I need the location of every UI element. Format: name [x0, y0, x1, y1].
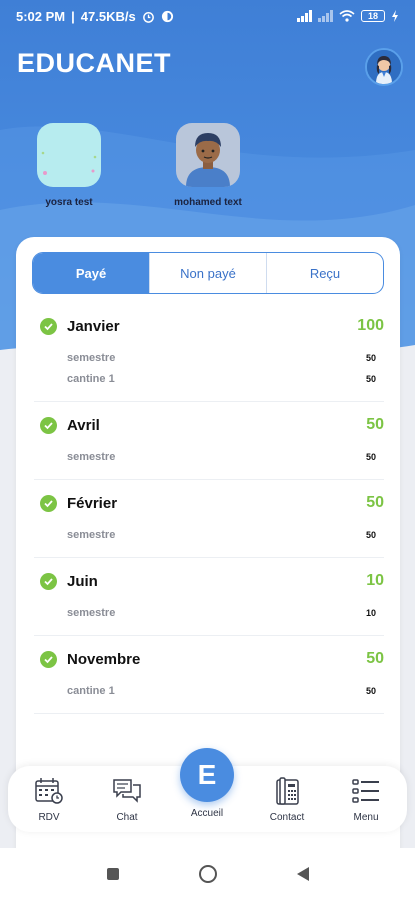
- check-icon: [40, 317, 57, 335]
- alarm-icon: [142, 11, 154, 23]
- month-name: Juin: [67, 572, 98, 590]
- child-name: mohamed text: [174, 197, 242, 208]
- month-name: Avril: [67, 416, 100, 434]
- home-logo-letter: E: [197, 759, 217, 790]
- month-total: 50: [366, 494, 384, 511]
- nav-rdv[interactable]: RDV: [18, 776, 80, 823]
- line-amount: 50: [365, 685, 376, 696]
- app-icon: [161, 10, 173, 22]
- child-card-mohamed[interactable]: mohamed text: [153, 123, 263, 208]
- menu-icon: [352, 779, 379, 803]
- line-label: semestre: [67, 528, 116, 541]
- list-item[interactable]: Février 50 semestre 50: [34, 480, 384, 558]
- chat-icon: [113, 779, 141, 803]
- check-icon: [40, 494, 57, 512]
- app-title: EDUCANET: [17, 48, 172, 78]
- payments-list: Janvier 100 semestre 50 cantine 1 50 Avril…: [34, 303, 384, 714]
- line-amount: 50: [365, 451, 376, 462]
- child-name: yosra test: [45, 197, 93, 208]
- line-amount: 50: [365, 352, 376, 363]
- home-system-icon[interactable]: [198, 865, 217, 883]
- month-name: Février: [67, 494, 118, 512]
- line-amount: 50: [365, 373, 376, 384]
- list-item[interactable]: Juin 10 semestre 10: [34, 558, 384, 636]
- check-icon: [40, 416, 57, 434]
- signal-icon: [297, 10, 312, 22]
- status-time: 5:02 PM: [16, 8, 66, 24]
- line-label: cantine 1: [67, 372, 115, 385]
- month-total: 50: [366, 650, 384, 667]
- line-label: semestre: [67, 450, 116, 463]
- payment-tabs: Payé Non payé Reçu: [32, 252, 384, 294]
- list-item[interactable]: Novembre 50 cantine 1 50: [34, 636, 384, 714]
- system-nav-bar: [0, 848, 415, 900]
- child-image-icon: [37, 123, 101, 187]
- signal-icon: [318, 10, 333, 22]
- nav-contact[interactable]: Contact: [256, 776, 318, 823]
- month-total: 50: [366, 416, 384, 433]
- line-label: semestre: [67, 606, 116, 619]
- list-item[interactable]: Janvier 100 semestre 50 cantine 1 50: [34, 303, 384, 402]
- boy-avatar-icon: [176, 123, 240, 187]
- check-icon: [40, 572, 57, 590]
- tab-recu[interactable]: Reçu: [266, 253, 383, 293]
- recents-icon[interactable]: [106, 868, 119, 880]
- line-label: cantine 1: [67, 684, 115, 697]
- month-total: 100: [357, 317, 384, 334]
- status-bar: 5:02 PM | 47.5KB/s 18: [0, 0, 415, 32]
- phone-icon: [276, 777, 299, 805]
- user-avatar-icon: [367, 50, 401, 84]
- line-label: semestre: [67, 351, 116, 364]
- nav-label: Menu: [353, 812, 379, 823]
- month-name: Novembre: [67, 650, 141, 668]
- month-name: Janvier: [67, 317, 120, 335]
- status-separator: |: [71, 8, 75, 24]
- month-total: 10: [366, 572, 384, 589]
- calendar-icon: [35, 778, 63, 804]
- nav-menu[interactable]: Menu: [335, 776, 397, 823]
- status-speed: 47.5KB/s: [80, 8, 136, 24]
- line-amount: 10: [365, 607, 376, 618]
- home-label: Accueil: [190, 808, 224, 819]
- battery-icon: 18: [361, 10, 385, 22]
- wifi-icon: [339, 10, 355, 22]
- nav-label: Chat: [116, 812, 138, 823]
- tab-non-paye[interactable]: Non payé: [149, 253, 266, 293]
- nav-label: RDV: [38, 812, 60, 823]
- nav-chat[interactable]: Chat: [96, 776, 158, 823]
- tab-paye[interactable]: Payé: [33, 253, 149, 293]
- back-icon[interactable]: [296, 867, 309, 881]
- home-button[interactable]: E: [180, 748, 234, 802]
- charging-icon: [392, 10, 398, 22]
- child-photo: [176, 123, 240, 187]
- nav-label: Contact: [269, 812, 305, 823]
- profile-avatar[interactable]: [365, 48, 403, 86]
- child-photo: [37, 123, 101, 187]
- check-icon: [40, 650, 57, 668]
- battery-level: 18: [367, 11, 378, 21]
- child-card-yosra[interactable]: yosra test: [14, 123, 124, 208]
- line-amount: 50: [365, 529, 376, 540]
- list-item[interactable]: Avril 50 semestre 50: [34, 402, 384, 480]
